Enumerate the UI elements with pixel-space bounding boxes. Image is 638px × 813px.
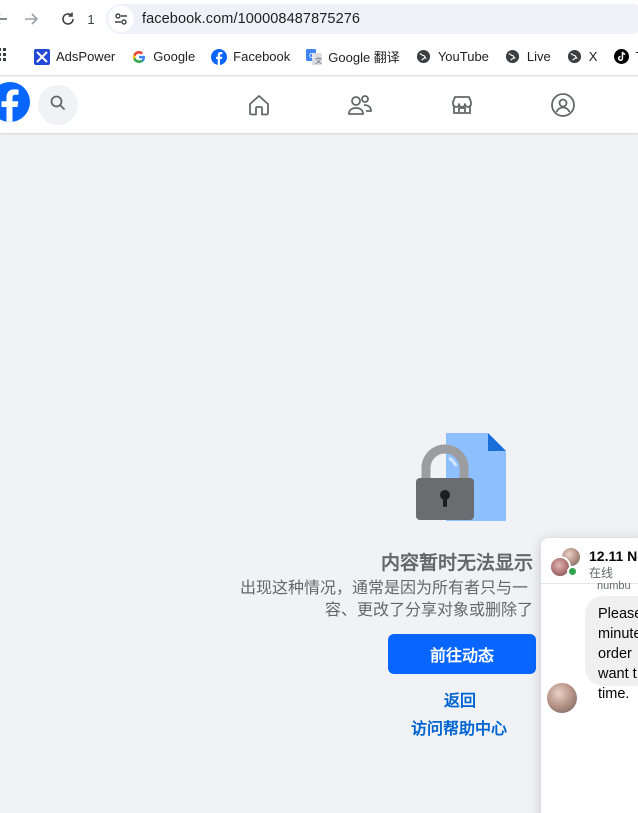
- bookmark-facebook[interactable]: Facebook: [211, 48, 291, 65]
- globe-icon: [505, 49, 521, 65]
- chat-window: 12.11 Ne 在线 numbu Please minute order wa…: [541, 538, 638, 813]
- go-to-feed-button[interactable]: 前往动态: [388, 634, 536, 674]
- svg-text:文: 文: [315, 56, 322, 65]
- message-line: order: [598, 646, 632, 662]
- bookmark-google-translate[interactable]: G文 Google 翻译: [306, 47, 400, 66]
- facebook-top-nav: [0, 77, 638, 133]
- globe-icon: [416, 49, 432, 65]
- previous-message-fragment: numbu: [597, 580, 631, 592]
- globe-icon: [567, 49, 583, 65]
- site-info-icon[interactable]: [108, 6, 134, 32]
- content-locked-illustration: [410, 430, 510, 525]
- back-arrow-icon[interactable]: [0, 8, 12, 30]
- facebook-icon: [211, 48, 228, 65]
- address-bar[interactable]: facebook.com/100008487875276: [106, 4, 638, 34]
- bookmark-google[interactable]: Google: [131, 49, 195, 65]
- bookmark-live[interactable]: Live: [505, 49, 551, 65]
- apps-grid-icon[interactable]: [0, 47, 6, 66]
- reload-icon[interactable]: [57, 8, 79, 30]
- bookmark-x[interactable]: X: [567, 49, 598, 65]
- bookmark-label: Google: [153, 49, 196, 64]
- bookmark-tiktok[interactable]: T: [613, 49, 638, 65]
- chat-message-bubble: Please minute order want t time.: [585, 596, 638, 702]
- online-status-dot: [567, 566, 578, 577]
- bookmark-youtube[interactable]: YouTube: [416, 49, 489, 65]
- chat-header[interactable]: 12.11 Ne 在线: [541, 538, 638, 584]
- chat-contact-name: 12.11 Ne: [589, 548, 638, 564]
- adspower-icon: [34, 48, 50, 65]
- bookmark-label: YouTube: [437, 49, 489, 64]
- message-line: want t: [598, 666, 637, 682]
- bookmark-label: AdsPower: [56, 49, 116, 64]
- tiktok-icon: [613, 49, 629, 65]
- google-translate-icon: G文: [306, 48, 323, 65]
- groups-icon[interactable]: [549, 91, 577, 119]
- content-unavailable-desc-line2: 容、更改了分享对象或删除了: [325, 602, 534, 619]
- facebook-logo-icon[interactable]: [0, 82, 30, 122]
- search-icon: [50, 95, 66, 116]
- reload-partial-label: 1: [87, 11, 95, 27]
- bookmark-label: Facebook: [233, 49, 291, 64]
- home-icon[interactable]: [245, 91, 273, 119]
- bookmark-label: Live: [526, 49, 551, 64]
- marketplace-icon[interactable]: [448, 91, 476, 119]
- message-line: minute: [598, 626, 638, 642]
- bookmark-adspower[interactable]: AdsPower: [34, 48, 116, 65]
- bookmark-label: X: [588, 49, 598, 64]
- message-line: time.: [598, 686, 630, 702]
- forward-arrow-icon[interactable]: [20, 8, 42, 30]
- search-button[interactable]: [38, 85, 78, 125]
- friends-icon[interactable]: [346, 91, 374, 119]
- content-unavailable-desc-line1: 出现这种情况，通常是因为所有者只与一: [240, 580, 529, 597]
- svg-text:G: G: [309, 52, 314, 60]
- sender-avatar: [547, 683, 577, 713]
- bookmark-label: Google 翻译: [328, 50, 400, 65]
- back-link[interactable]: 返回: [444, 687, 476, 711]
- browser-toolbar: 1 facebook.com/100008487875276: [0, 0, 638, 38]
- google-icon: [131, 49, 147, 65]
- chat-online-status: 在线: [589, 566, 614, 580]
- bookmarks-bar: AdsPower Google Facebook G文 Google 翻译 Yo…: [0, 38, 638, 76]
- message-line: Please: [598, 606, 638, 622]
- help-center-link[interactable]: 访问帮助中心: [411, 715, 507, 739]
- url-text: facebook.com/100008487875276: [142, 11, 361, 27]
